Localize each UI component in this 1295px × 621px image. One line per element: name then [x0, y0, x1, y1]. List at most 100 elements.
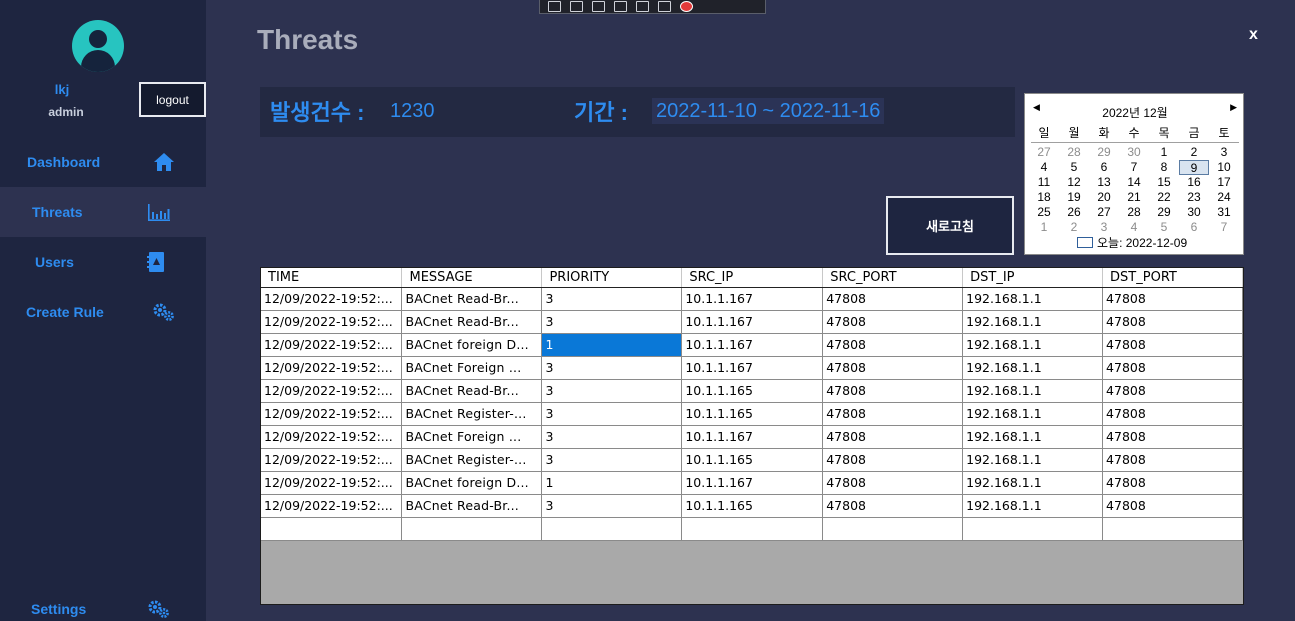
table-row[interactable]: 12/09/2022-19:52:... BACnet Read-Br... 3 10… [261, 494, 1243, 518]
table-cell[interactable]: 47808 [822, 402, 964, 426]
calendar-day[interactable]: 29 [1149, 205, 1179, 220]
calendar-day[interactable]: 26 [1059, 205, 1089, 220]
table-cell[interactable]: 12/09/2022-19:52:... [261, 448, 403, 472]
calendar-day[interactable]: 3 [1089, 220, 1119, 235]
calendar-day[interactable]: 14 [1119, 175, 1149, 190]
table-row[interactable]: 12/09/2022-19:52:... BACnet Foreign ... 3 1… [261, 356, 1243, 380]
table-cell[interactable]: 192.168.1.1 [962, 287, 1104, 311]
nav-dashboard[interactable]: Dashboard [0, 137, 206, 187]
table-cell[interactable]: BACnet Foreign ... [401, 425, 543, 449]
capture-window-icon[interactable] [614, 1, 627, 12]
table-cell[interactable]: 47808 [1102, 379, 1243, 403]
table-cell[interactable]: 10.1.1.167 [681, 471, 824, 495]
logout-button[interactable]: logout [139, 82, 206, 117]
table-cell[interactable]: 10.1.1.167 [681, 287, 824, 311]
table-cell[interactable]: BACnet Read-Br... [401, 287, 543, 311]
table-cell[interactable]: 47808 [1102, 356, 1243, 380]
table-cell[interactable]: 3 [541, 287, 683, 311]
table-cell[interactable]: BACnet Read-Br... [401, 310, 543, 334]
nav-settings[interactable]: Settings [0, 584, 206, 621]
table-row[interactable]: 12/09/2022-19:52:... BACnet Read-Br... 3 10… [261, 287, 1243, 311]
table-row[interactable] [261, 517, 1243, 541]
table-cell[interactable]: 192.168.1.1 [962, 425, 1104, 449]
table-cell[interactable]: 10.1.1.165 [681, 448, 824, 472]
table-cell[interactable]: 3 [541, 402, 683, 426]
table-cell[interactable]: BACnet Read-Br... [401, 494, 543, 518]
table-cell[interactable]: 47808 [822, 379, 964, 403]
table-cell[interactable]: 12/09/2022-19:52:... [261, 425, 403, 449]
capture-video-icon[interactable] [570, 1, 583, 12]
month-calendar[interactable]: ◀ 2022년 12월 ▶ 일 월 화 수 목 금 토 27 28 29 30 1 2 3 4 5 6 7 8 9 10… [1024, 93, 1244, 255]
calendar-day[interactable]: 11 [1029, 175, 1059, 190]
calendar-day[interactable]: 7 [1119, 160, 1149, 175]
table-row[interactable]: 12/09/2022-19:52:... BACnet Read-Br... 3 10… [261, 310, 1243, 334]
calendar-day[interactable]: 12 [1059, 175, 1089, 190]
column-header[interactable]: PRIORITY [541, 268, 683, 288]
table-cell[interactable]: 10.1.1.165 [681, 402, 824, 426]
table-cell[interactable]: BACnet foreign D... [401, 471, 543, 495]
table-cell[interactable]: 12/09/2022-19:52:... [261, 379, 403, 403]
table-cell[interactable]: 10.1.1.167 [681, 310, 824, 334]
table-cell[interactable]: BACnet Register-... [401, 402, 543, 426]
table-cell[interactable]: 12/09/2022-19:52:... [261, 494, 403, 518]
table-cell[interactable]: BACnet Foreign ... [401, 356, 543, 380]
table-cell[interactable]: 3 [541, 379, 683, 403]
capture-select-icon[interactable] [636, 1, 649, 12]
table-cell[interactable]: 47808 [822, 310, 964, 334]
calendar-day[interactable]: 6 [1089, 160, 1119, 175]
table-cell[interactable]: 12/09/2022-19:52:... [261, 333, 403, 357]
table-cell[interactable] [541, 517, 683, 541]
table-cell[interactable]: 3 [541, 425, 683, 449]
table-cell[interactable] [962, 517, 1104, 541]
calendar-day[interactable]: 7 [1209, 220, 1239, 235]
table-cell[interactable]: 12/09/2022-19:52:... [261, 310, 403, 334]
table-cell[interactable]: 192.168.1.1 [962, 471, 1104, 495]
calendar-today[interactable]: 오늘: 2022-12-09 [1077, 234, 1187, 251]
table-cell[interactable]: 47808 [822, 425, 964, 449]
table-cell[interactable]: 12/09/2022-19:52:... [261, 402, 403, 426]
stop-icon[interactable] [680, 1, 693, 12]
calendar-day[interactable]: 2 [1059, 220, 1089, 235]
table-cell[interactable]: 1 [541, 333, 683, 357]
table-cell[interactable]: 47808 [1102, 448, 1243, 472]
table-row[interactable]: 12/09/2022-19:52:... BACnet Foreign ... 3 1… [261, 425, 1243, 449]
calendar-day[interactable]: 28 [1119, 205, 1149, 220]
table-cell[interactable] [401, 517, 543, 541]
table-cell[interactable]: 192.168.1.1 [962, 310, 1104, 334]
table-cell[interactable]: 192.168.1.1 [962, 333, 1104, 357]
nav-create-rule[interactable]: Create Rule [0, 287, 206, 337]
calendar-day[interactable]: 6 [1179, 220, 1209, 235]
calendar-day[interactable]: 5 [1149, 220, 1179, 235]
capture-pointer-icon[interactable] [592, 1, 605, 12]
calendar-day[interactable]: 25 [1029, 205, 1059, 220]
capture-region-icon[interactable] [548, 1, 561, 12]
calendar-day[interactable]: 21 [1119, 190, 1149, 205]
calendar-day[interactable]: 1 [1029, 220, 1059, 235]
calendar-day[interactable]: 8 [1149, 160, 1179, 175]
table-cell[interactable]: 192.168.1.1 [962, 356, 1104, 380]
table-cell[interactable]: 47808 [1102, 402, 1243, 426]
table-cell[interactable]: 10.1.1.167 [681, 425, 824, 449]
calendar-day[interactable]: 24 [1209, 190, 1239, 205]
table-cell[interactable]: 47808 [1102, 471, 1243, 495]
table-cell[interactable]: 47808 [822, 356, 964, 380]
table-cell[interactable]: 192.168.1.1 [962, 379, 1104, 403]
table-cell[interactable]: 47808 [1102, 333, 1243, 357]
close-icon[interactable]: x [1249, 26, 1258, 44]
column-header[interactable]: DST_PORT [1102, 268, 1243, 288]
calendar-day[interactable]: 13 [1089, 175, 1119, 190]
next-month-icon[interactable]: ▶ [1230, 102, 1237, 113]
refresh-button[interactable]: 새로고침 [886, 196, 1014, 255]
calendar-month-title[interactable]: 2022년 12월 [1025, 104, 1245, 121]
calendar-day[interactable]: 18 [1029, 190, 1059, 205]
calendar-day[interactable]: 3 [1209, 145, 1239, 160]
nav-users[interactable]: Users [0, 237, 206, 287]
table-cell[interactable]: 10.1.1.167 [681, 356, 824, 380]
table-cell[interactable] [1102, 517, 1243, 541]
table-cell[interactable]: 192.168.1.1 [962, 448, 1104, 472]
table-cell[interactable]: 47808 [1102, 425, 1243, 449]
column-header[interactable]: SRC_PORT [822, 268, 964, 288]
threats-grid[interactable]: TIME MESSAGE PRIORITY SRC_IP SRC_PORT DST_IP D… [260, 267, 1244, 605]
table-cell[interactable]: 47808 [822, 333, 964, 357]
table-row[interactable]: 12/09/2022-19:52:... BACnet foreign D... 1… [261, 471, 1243, 495]
